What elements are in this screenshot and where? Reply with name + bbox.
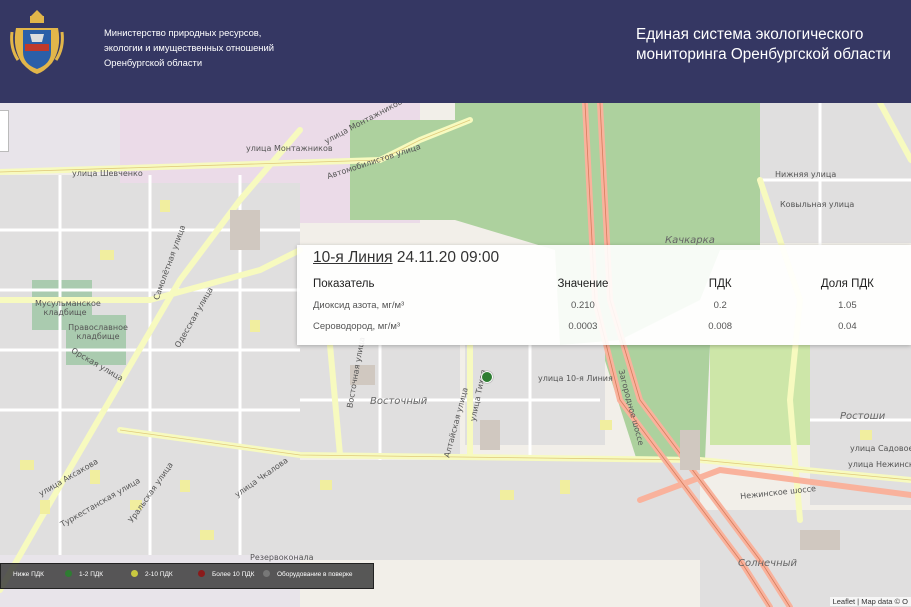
system-title-line-1: Единая система экологического: [636, 26, 864, 43]
legend-dot-1-2: [65, 570, 72, 577]
cell-pdk: 0.2: [713, 300, 727, 311]
measurements-table: Показатель Значение ПДК Доля ПДК Диоксид…: [309, 273, 911, 337]
header-indicator: Показатель: [313, 278, 375, 290]
place-label-rostoshi: Ростоши: [840, 411, 886, 422]
map-legend: Ниже ПДК 1-2 ПДК 2-10 ПДК Более 10 ПДК О…: [0, 563, 374, 589]
popup-title: 10-я Линия 24.11.20 09:00: [313, 249, 499, 267]
street-label-desyataya-liniya: улица 10-я Линия: [538, 374, 613, 383]
cell-pdk-share: 1.05: [838, 300, 857, 311]
poi-orthodox-cemetery: Православное кладбище: [68, 323, 128, 341]
table-row: Диоксид азота, мг/м³ 0.210 0.2 1.05: [309, 295, 911, 316]
header-pdk-share: Доля ПДК: [820, 278, 874, 290]
ministry-line-2: экологии и имущественных отношений: [104, 42, 274, 53]
cell-value: 0.0003: [568, 321, 598, 332]
station-popup: 10-я Линия 24.11.20 09:00 Показатель Зна…: [297, 245, 911, 345]
poi-vodokhran: Резервоконала: [250, 553, 314, 562]
map-view[interactable]: улица Шевченко улица Монтажников улица М…: [0, 103, 911, 607]
cell-pdk-share: 0.04: [838, 321, 857, 332]
street-label-sadovoe: улица Садовое Кольцо: [850, 444, 911, 453]
header-pdk: ПДК: [708, 278, 732, 290]
street-label-shevchenko: улица Шевченко: [72, 169, 143, 178]
system-title-line-2: мониторинга Оренбургской области: [636, 46, 891, 63]
header-value: Значение: [557, 278, 609, 290]
legend-label-2-10: 2-10 ПДК: [145, 571, 173, 578]
poi-muslim-cemetery: Мусульманское кладбище: [35, 299, 101, 317]
legend-label-calibration: Оборудование в поверке: [277, 571, 353, 578]
legend-label-below: Ниже ПДК: [13, 571, 44, 578]
station-link[interactable]: 10-я Линия: [313, 249, 393, 266]
popup-datetime: 24.11.20 09:00: [396, 249, 500, 266]
zoom-control[interactable]: [0, 110, 9, 152]
street-label-nezhinskaya: улица Нежинская: [848, 460, 911, 469]
cell-pdk: 0.008: [708, 321, 733, 332]
ministry-line-1: Министерство природных ресурсов,: [104, 27, 262, 38]
station-marker[interactable]: [481, 371, 493, 383]
street-label-montazhnikov: улица Монтажников: [246, 144, 333, 153]
cell-indicator: Сероводород, мг/м³: [313, 321, 401, 332]
ministry-line-3: Оренбургской области: [104, 57, 203, 68]
ministry-name: Министерство природных ресурсов, экологи…: [104, 25, 304, 70]
street-label-kovylnaya: Ковыльная улица: [780, 200, 855, 209]
legend-dot-calibration: [263, 570, 270, 577]
system-title: Единая система экологического мониторинг…: [636, 25, 891, 65]
site-header: Министерство природных ресурсов, экологи…: [0, 0, 911, 103]
place-label-vostochny: Восточный: [370, 396, 428, 407]
legend-dot-above-10: [198, 570, 205, 577]
map-attribution[interactable]: Leaflet | Map data © O: [829, 597, 911, 606]
cell-value: 0.210: [571, 300, 595, 311]
table-header-row: Показатель Значение ПДК Доля ПДК: [309, 273, 911, 295]
street-label-nizhnyaya: Нижняя улица: [775, 170, 837, 179]
table-row: Сероводород, мг/м³ 0.0003 0.008 0.04: [309, 316, 911, 337]
legend-label-above-10: Более 10 ПДК: [212, 571, 255, 578]
cell-indicator: Диоксид азота, мг/м³: [313, 300, 405, 311]
legend-dot-2-10: [131, 570, 138, 577]
oblast-emblem-icon[interactable]: [8, 8, 66, 78]
legend-label-1-2: 1-2 ПДК: [79, 571, 104, 578]
place-label-solnechny: Солнечный: [738, 558, 798, 569]
